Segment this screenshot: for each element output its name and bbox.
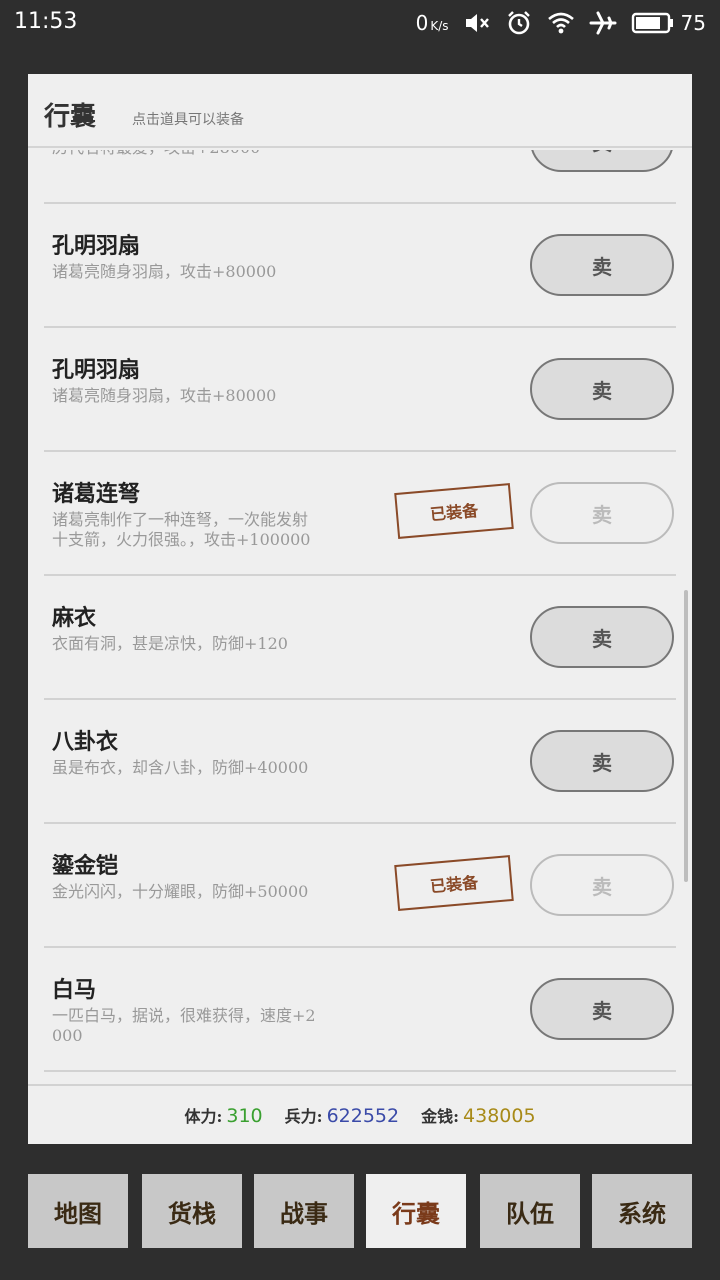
item-name: 诸葛连弩 bbox=[52, 481, 141, 507]
sell-button[interactable]: 卖 bbox=[530, 730, 674, 792]
inventory-item[interactable]: 白马一匹白马，据说，很难获得，速度+2000 卖 bbox=[44, 948, 676, 1072]
panel-title: 行囊 bbox=[44, 102, 97, 132]
item-name: 鎏金铠 bbox=[52, 853, 119, 879]
inventory-panel: 行囊 点击道具可以装备 历代名将最爱，攻击+28000卖孔明羽扇诸葛亮随身羽扇，… bbox=[28, 74, 692, 1144]
status-icons: 0 K/s 75 bbox=[416, 8, 706, 38]
wifi-icon bbox=[547, 12, 574, 34]
mute-icon bbox=[465, 14, 489, 32]
inventory-item[interactable]: 历代名将最爱，攻击+28000 卖 bbox=[44, 150, 676, 204]
nav-tab-0[interactable]: 地图 bbox=[28, 1174, 128, 1248]
equipped-stamp: 已装备 bbox=[394, 855, 514, 911]
battery: 75 bbox=[631, 11, 706, 35]
inventory-item[interactable]: 麻衣衣面有洞，甚是凉快，防御+120 卖 bbox=[44, 576, 676, 700]
panel-hint: 点击道具可以装备 bbox=[132, 112, 244, 128]
item-name: 麻衣 bbox=[52, 605, 97, 631]
stat-money: 金钱: 438005 bbox=[421, 1105, 536, 1127]
nav-tab-2[interactable]: 战事 bbox=[254, 1174, 354, 1248]
bottom-nav: 地图 货栈 战事 行囊 队伍 系统 bbox=[28, 1174, 692, 1248]
sell-button[interactable]: 卖 bbox=[530, 234, 674, 296]
item-name: 孔明羽扇 bbox=[52, 357, 141, 383]
nav-tab-1[interactable]: 货栈 bbox=[142, 1174, 242, 1248]
stat-troops: 兵力: 622552 bbox=[284, 1105, 400, 1127]
sell-button[interactable]: 卖 bbox=[530, 978, 674, 1040]
panel-header: 行囊 点击道具可以装备 bbox=[28, 74, 692, 148]
scrollbar[interactable] bbox=[684, 590, 688, 882]
alarm-icon bbox=[507, 11, 530, 35]
inventory-item[interactable]: 鎏金铠金光闪闪，十分耀眼，防御+50000 已装备卖 bbox=[44, 824, 676, 948]
clock: 11:53 bbox=[14, 9, 78, 34]
nav-tab-3[interactable]: 行囊 bbox=[366, 1174, 466, 1248]
sell-button[interactable]: 卖 bbox=[530, 150, 674, 172]
inventory-item[interactable]: 诸葛连弩诸葛亮制作了一种连弩，一次能发射十支箭，火力很强。，攻击+100000 已… bbox=[44, 452, 676, 576]
item-description: 诸葛亮随身羽扇，攻击+80000 bbox=[52, 386, 277, 405]
item-list-content: 历代名将最爱，攻击+28000卖孔明羽扇诸葛亮随身羽扇，攻击+80000卖孔明羽… bbox=[44, 150, 676, 1072]
nav-tab-4[interactable]: 队伍 bbox=[480, 1174, 580, 1248]
sell-button[interactable]: 卖 bbox=[530, 482, 674, 544]
item-description: 金光闪闪，十分耀眼，防御+50000 bbox=[52, 882, 309, 901]
item-description: 虽是布衣，却含八卦，防御+40000 bbox=[52, 758, 309, 777]
item-description: 诸葛亮随身羽扇，攻击+80000 bbox=[52, 262, 277, 281]
item-description: 诸葛亮制作了一种连弩，一次能发射十支箭，火力很强。，攻击+100000 bbox=[52, 510, 311, 549]
nav-tab-5[interactable]: 系统 bbox=[592, 1174, 692, 1248]
stat-stamina: 体力: 310 bbox=[184, 1105, 263, 1127]
sell-button[interactable]: 卖 bbox=[530, 358, 674, 420]
inventory-item[interactable]: 孔明羽扇诸葛亮随身羽扇，攻击+80000 卖 bbox=[44, 328, 676, 452]
equipped-stamp: 已装备 bbox=[394, 483, 514, 539]
stats-bar: 体力: 310 兵力: 622552 金钱: 438005 bbox=[28, 1084, 692, 1144]
network-speed: 0 K/s bbox=[415, 11, 449, 35]
inventory-item[interactable]: 孔明羽扇诸葛亮随身羽扇，攻击+80000 卖 bbox=[44, 204, 676, 328]
item-description: 历代名将最爱，攻击+28000 bbox=[52, 150, 322, 158]
item-description: 衣面有洞，甚是凉快，防御+120 bbox=[52, 634, 288, 653]
status-bar: 11:53 0 K/s 75 bbox=[0, 0, 720, 46]
item-name: 白马 bbox=[52, 977, 97, 1003]
sell-button[interactable]: 卖 bbox=[530, 854, 674, 916]
battery-icon bbox=[631, 12, 673, 34]
inventory-item[interactable]: 八卦衣虽是布衣，却含八卦，防御+40000 卖 bbox=[44, 700, 676, 824]
item-name: 孔明羽扇 bbox=[52, 233, 141, 259]
item-list[interactable]: 历代名将最爱，攻击+28000卖孔明羽扇诸葛亮随身羽扇，攻击+80000卖孔明羽… bbox=[44, 150, 676, 1080]
item-description: 一匹白马，据说，很难获得，速度+2000 bbox=[52, 1006, 316, 1045]
item-name: 八卦衣 bbox=[52, 729, 119, 755]
airplane-icon bbox=[589, 11, 617, 35]
sell-button[interactable]: 卖 bbox=[530, 606, 674, 668]
